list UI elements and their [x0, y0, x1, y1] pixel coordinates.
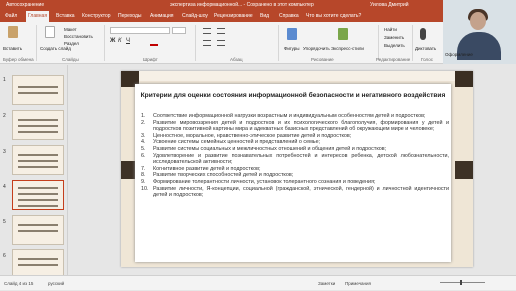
select-button[interactable]: Выделить [384, 43, 405, 48]
group-voice: Голос [421, 57, 433, 62]
comments-button[interactable]: Примечания [345, 276, 371, 291]
right-ribbon-decoration [455, 161, 473, 179]
tab-file[interactable]: Файл [3, 10, 19, 22]
thumb-number: 3 [3, 149, 6, 155]
list-item: 8. Развитие творческих способностей детей… [141, 172, 294, 179]
align-center-icon[interactable] [217, 40, 225, 46]
user-name[interactable]: Уилова Дмитрий [370, 0, 409, 10]
status-bar: Слайд 4 из 15 русский Заметки Примечания [0, 275, 516, 290]
current-slide[interactable]: Критерии для оценки состояния информацио… [121, 71, 473, 267]
corner-decoration [455, 71, 473, 87]
reset-button[interactable]: Восстановить [64, 34, 93, 39]
divider [278, 25, 279, 61]
zoom-slider[interactable] [440, 282, 485, 283]
slide-thumbnail[interactable] [12, 75, 64, 105]
slide-thumbnail-pane: 1 2 3 4 5 6 [0, 65, 68, 279]
ribbon-tabs: Файл Главная Вставка Конструктор Переход… [0, 10, 443, 22]
section-button[interactable]: Раздел [64, 41, 79, 46]
person-head [470, 12, 486, 30]
align-left-icon[interactable] [203, 40, 211, 46]
thumb-number: 1 [3, 77, 6, 83]
new-slide-button[interactable]: Создать слайд [40, 46, 71, 51]
list-item: 1. Соответствие информационной нагрузки в… [141, 113, 426, 119]
divider [104, 25, 105, 61]
group-slides: Слайды [62, 57, 79, 62]
numbering-icon[interactable] [217, 28, 225, 34]
list-item: 5. Развитие системы социальных и межлично… [141, 145, 387, 152]
tab-review[interactable]: Рецензирование [212, 10, 255, 22]
font-color-icon[interactable] [150, 44, 158, 46]
replace-button[interactable]: Заменить [384, 35, 404, 40]
group-clipboard: Буфер обмена [3, 57, 34, 62]
shapes-icon[interactable] [287, 28, 297, 40]
dictate-button[interactable]: Диктовать [415, 46, 436, 51]
designer-button[interactable]: Оформление [445, 52, 473, 57]
slide-title[interactable]: Критерии для оценки состояния информацио… [139, 92, 447, 100]
layout-button[interactable]: Макет [64, 27, 77, 32]
bullets-icon[interactable] [203, 28, 211, 34]
group-editing: Редактирование [376, 57, 411, 62]
list-item: 10. Развитие личности, Я-концепции, социа… [141, 185, 449, 199]
thumb-number: 2 [3, 113, 6, 119]
slide-thumbnail[interactable] [12, 215, 64, 245]
thumb-number: 5 [3, 219, 6, 225]
new-slide-icon[interactable] [45, 26, 55, 38]
font-name-box[interactable] [110, 27, 170, 34]
criteria-list[interactable]: 1. Соответствие информационной нагрузки в… [141, 113, 449, 199]
bold-icon[interactable]: Ж [110, 38, 115, 44]
slide-thumbnail[interactable] [12, 145, 64, 175]
slide-thumbnail-selected[interactable] [12, 180, 64, 210]
slide-thumbnail[interactable] [12, 110, 64, 140]
document-title: экспертиза информационной... - Сохранено… [170, 2, 314, 8]
notes-button[interactable]: Заметки [318, 276, 335, 291]
list-item: 9. Формирование толерантности личности, у… [141, 178, 376, 185]
quick-styles-icon[interactable] [338, 28, 348, 40]
ribbon: Вставить Создать слайд Макет Восстановит… [0, 22, 443, 64]
divider [378, 25, 379, 61]
paste-icon[interactable] [8, 26, 18, 38]
tab-insert[interactable]: Вставка [54, 10, 77, 22]
divider [36, 25, 37, 61]
thumb-number: 6 [3, 253, 6, 259]
quick-styles-button[interactable]: Экспресс-стили [331, 46, 364, 51]
tab-transitions[interactable]: Переходы [116, 10, 143, 22]
thumb-number: 4 [3, 184, 6, 190]
group-font: Шрифт [143, 57, 158, 62]
list-item: 4. Усвоение системы семейных ценностей и … [141, 139, 321, 146]
tell-me-search[interactable]: Что вы хотите сделать? [304, 10, 363, 22]
paste-button[interactable]: Вставить [3, 46, 22, 51]
divider [195, 25, 196, 61]
content-card: Критерии для оценки состояния информацио… [135, 84, 451, 262]
title-bar: Автосохранение экспертиза информационной… [0, 0, 443, 10]
group-drawing: Рисование [311, 57, 334, 62]
tab-home[interactable]: Главная [26, 11, 50, 22]
list-item: 6. Удовлетворение и развитие познавательн… [141, 152, 449, 166]
underline-icon[interactable]: Ч [126, 38, 130, 44]
tab-design[interactable]: Конструктор [80, 10, 113, 22]
language-indicator[interactable]: русский [48, 276, 64, 291]
tab-slideshow[interactable]: Слайд-шоу [180, 10, 210, 22]
zoom-slider-thumb[interactable] [460, 280, 462, 285]
slide-counter: Слайд 4 из 15 [4, 281, 34, 286]
divider [412, 25, 413, 61]
shapes-button[interactable]: Фигуры [284, 46, 300, 51]
italic-icon[interactable]: К [118, 38, 122, 44]
tab-view[interactable]: Вид [258, 10, 271, 22]
tab-help[interactable]: Справка [277, 10, 301, 22]
font-size-box[interactable] [172, 27, 186, 34]
autosave-label[interactable]: Автосохранение [6, 0, 44, 10]
slide-top-frame [121, 71, 473, 81]
find-button[interactable]: Найти [384, 27, 397, 32]
microphone-icon[interactable] [420, 28, 426, 40]
tab-animations[interactable]: Анимация [148, 10, 175, 22]
list-item: 2. Развитие мировоззрения детей и подрост… [141, 119, 449, 133]
arrange-button[interactable]: Упорядочить [303, 46, 330, 51]
group-paragraph: Абзац [230, 57, 243, 62]
